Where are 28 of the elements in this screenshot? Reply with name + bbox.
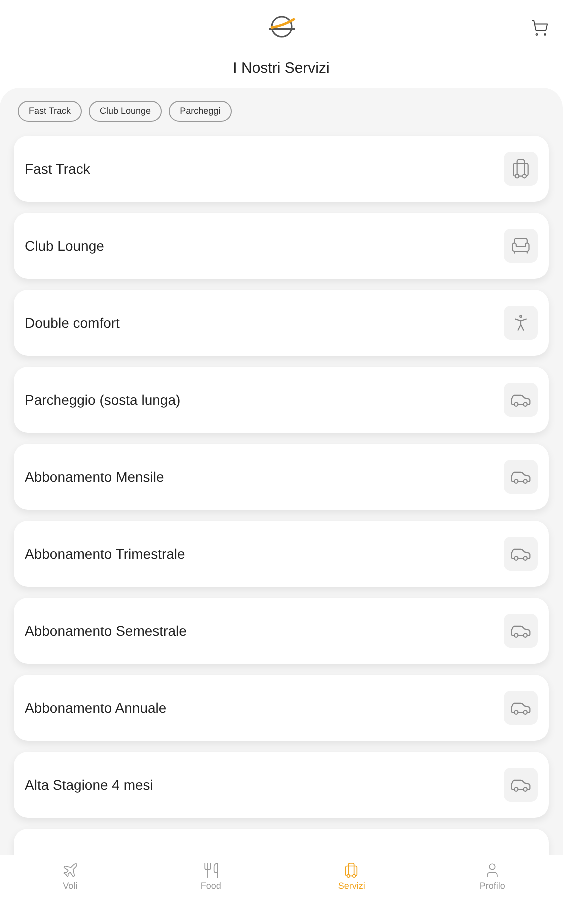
service-name: Fast Track: [25, 160, 90, 178]
service-name: Club Lounge: [25, 236, 104, 256]
luggage-icon: [510, 158, 532, 180]
service-card[interactable]: Abbonamento Trimestrale: [14, 521, 549, 587]
service-name: Parcheggio (sosta lunga): [25, 390, 181, 410]
filter-chip[interactable]: Club Lounge: [89, 101, 162, 122]
armchair-icon: [510, 235, 532, 257]
filter-chip[interactable]: Fast Track: [18, 101, 82, 122]
service-name: Double comfort: [25, 314, 120, 332]
service-card[interactable]: Abbonamento Annuale: [14, 675, 549, 741]
service-card[interactable]: Alta Stagione 4 mesi: [14, 752, 549, 818]
service-name: Abbonamento Semestrale: [25, 622, 187, 640]
service-card[interactable]: Fast Track: [14, 136, 549, 202]
cart-icon[interactable]: [531, 19, 549, 37]
luggage-icon: [343, 862, 360, 879]
service-name: Abbonamento Annuale: [25, 698, 167, 718]
service-card[interactable]: Abbonamento Mensile: [14, 444, 549, 510]
plane-icon: [62, 862, 79, 879]
service-name: Abbonamento Trimestrale: [25, 544, 186, 564]
service-card[interactable]: Parcheggio (sosta lunga): [14, 367, 549, 433]
service-name: Abbonamento Mensile: [25, 468, 164, 486]
service-card[interactable]: Double comfort: [14, 290, 549, 356]
page-title: I Nostri Servizi: [233, 59, 330, 79]
service-name: Alta Stagione 4 mesi: [25, 776, 154, 795]
utensils-icon: [202, 862, 220, 879]
service-card[interactable]: Club Lounge: [14, 213, 549, 279]
filter-chip[interactable]: Parcheggi: [169, 101, 232, 122]
service-card[interactable]: Abbonamento Semestrale: [14, 598, 549, 664]
